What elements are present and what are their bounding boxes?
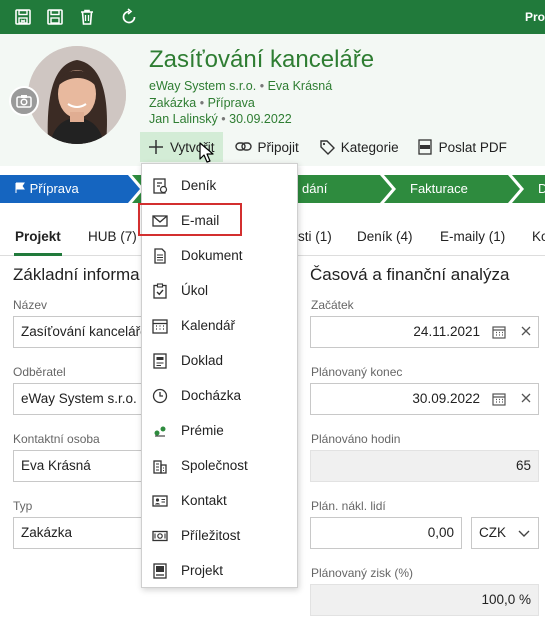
menu-item-dochazka[interactable]: Docházka xyxy=(142,378,297,413)
planned-profit-label: Plánovaný zisk (%) xyxy=(311,566,414,580)
camera-button[interactable] xyxy=(9,86,39,116)
bonus-icon xyxy=(154,426,166,437)
record-meta-line-3: Jan Lalinský • 30.09.2022 xyxy=(149,112,292,126)
menu-item-kalendar[interactable]: Kalendář xyxy=(142,308,297,343)
mouse-cursor-icon xyxy=(199,142,214,163)
tab-emaily[interactable]: E-maily (1) xyxy=(440,229,505,244)
start-date-value: 24.11.2021 xyxy=(413,324,480,339)
project-icon xyxy=(153,563,167,579)
record-title: Zasíťování kanceláře xyxy=(149,46,375,73)
planned-people-cost-label: Plán. nákl. lidí xyxy=(311,499,386,513)
trash-icon[interactable] xyxy=(78,8,96,26)
highlight-box xyxy=(138,203,242,236)
section-title-time-finance: Časová a finanční analýza xyxy=(310,265,510,284)
calendar-icon xyxy=(152,319,168,334)
planned-end-field[interactable]: 30.09.2022 xyxy=(310,383,539,415)
flag-icon xyxy=(15,182,25,193)
plus-icon xyxy=(149,140,163,154)
menu-item-doklad[interactable]: Doklad xyxy=(142,343,297,378)
currency-select[interactable]: CZK xyxy=(471,517,539,549)
section-title-basic-info: Základní informa xyxy=(13,265,140,284)
menu-item-dokument[interactable]: Dokument xyxy=(142,238,297,273)
contact-card-icon xyxy=(152,495,168,507)
save-icon[interactable] xyxy=(46,8,64,26)
contact-link[interactable]: Eva Krásná xyxy=(268,79,333,93)
contact-person-label: Kontaktní osoba xyxy=(13,432,100,446)
top-toolbar: Pro xyxy=(0,0,545,34)
task-icon xyxy=(153,283,167,299)
menu-item-kontakt[interactable]: Kontakt xyxy=(142,483,297,518)
journal-icon xyxy=(153,178,168,194)
link-icon xyxy=(234,142,252,151)
planned-end-label: Plánovaný konec xyxy=(311,365,403,379)
pdf-icon xyxy=(417,139,432,155)
clear-icon[interactable] xyxy=(520,392,532,404)
record-meta-line-2: Zakázka • Příprava xyxy=(149,96,255,110)
tab-hub[interactable]: HUB (7) xyxy=(88,229,137,244)
menu-item-denik[interactable]: Deník xyxy=(142,168,297,203)
record-date: 30.09.2022 xyxy=(229,112,292,126)
menu-item-prilezitost[interactable]: Příležitost xyxy=(142,518,297,553)
tab-denik[interactable]: Deník (4) xyxy=(357,229,413,244)
camera-icon xyxy=(16,95,32,108)
tab-kontakty[interactable]: Ko xyxy=(532,229,545,244)
planned-profit-field: 100,0 % xyxy=(310,584,539,616)
menu-item-projekt[interactable]: Projekt xyxy=(142,553,297,588)
stage-item[interactable]: D xyxy=(538,175,545,203)
type-label: Typ xyxy=(13,499,33,513)
action-bar: Vytvořit Připojit Kategorie Poslat PDF xyxy=(140,132,515,162)
avatar xyxy=(28,46,126,144)
name-label: Název xyxy=(13,298,48,312)
record-type: Zakázka xyxy=(149,96,197,110)
menu-item-premie[interactable]: Prémie xyxy=(142,413,297,448)
record-meta-line-1: eWay System s.r.o. • Eva Krásná xyxy=(149,79,333,93)
clear-icon[interactable] xyxy=(520,325,532,337)
stage-item[interactable]: dání xyxy=(302,175,327,203)
start-label: Začátek xyxy=(311,298,354,312)
company-link[interactable]: eWay System s.r.o. xyxy=(149,79,256,93)
receipt-icon xyxy=(153,353,167,369)
record-owner[interactable]: Jan Lalinský xyxy=(149,112,218,126)
save-close-icon[interactable] xyxy=(14,8,32,26)
opportunity-icon xyxy=(152,530,168,542)
attach-button[interactable]: Připojit xyxy=(227,132,307,162)
stage-item[interactable]: Fakturace xyxy=(410,175,468,203)
planned-people-cost-field[interactable]: 0,00 xyxy=(310,517,462,549)
tag-icon xyxy=(320,140,335,155)
category-button[interactable]: Kategorie xyxy=(311,132,407,162)
building-icon xyxy=(153,460,167,474)
toolbar-right-label[interactable]: Pro xyxy=(525,10,545,24)
clock-icon xyxy=(152,388,168,404)
tab-active-indicator xyxy=(14,253,62,256)
document-icon xyxy=(154,248,166,264)
start-date-field[interactable]: 24.11.2021 xyxy=(310,316,539,348)
planned-hours-field: 65 xyxy=(310,450,539,482)
planned-hours-label: Plánováno hodin xyxy=(311,432,401,446)
record-stage: Příprava xyxy=(207,96,255,110)
calendar-icon[interactable] xyxy=(492,325,506,339)
tab-prilezitosti[interactable]: sti (1) xyxy=(298,229,332,244)
tab-projekt[interactable]: Projekt xyxy=(15,229,61,244)
customer-label: Odběratel xyxy=(13,365,66,379)
stage-active[interactable]: Příprava xyxy=(14,175,79,203)
send-pdf-button[interactable]: Poslat PDF xyxy=(409,132,515,162)
menu-item-spolecnost[interactable]: Společnost xyxy=(142,448,297,483)
refresh-icon[interactable] xyxy=(120,8,138,26)
planned-end-value: 30.09.2022 xyxy=(412,391,480,406)
menu-item-ukol[interactable]: Úkol xyxy=(142,273,297,308)
calendar-icon[interactable] xyxy=(492,392,506,406)
chevron-down-icon xyxy=(518,530,530,537)
